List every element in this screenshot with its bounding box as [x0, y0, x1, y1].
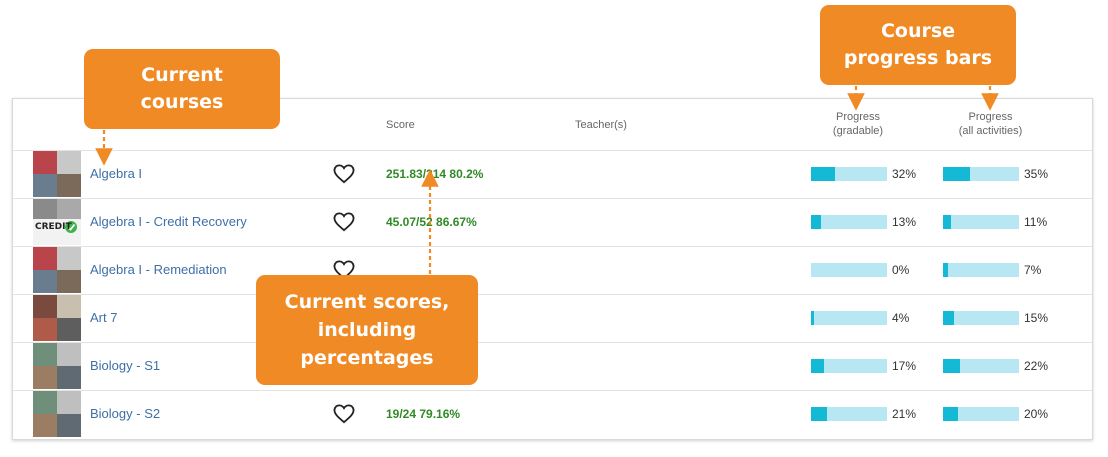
course-score: 45.07/52 86.67% — [386, 215, 477, 229]
header-progress-all-line1: Progress — [968, 111, 1013, 123]
table-row: Art 7 4% 15% — [13, 295, 1092, 343]
heart-outline-icon[interactable] — [333, 164, 355, 184]
callout-current-scores: Current scores, including percentages — [256, 275, 478, 385]
course-thumbnail[interactable] — [33, 151, 81, 197]
progress-gradable-bar — [811, 167, 887, 181]
progress-gradable-label: 0% — [892, 263, 910, 277]
callout-current-scores-line1: Current scores, — [284, 291, 450, 313]
progress-gradable-bar — [811, 359, 887, 373]
progress-gradable-label: 21% — [892, 407, 917, 421]
table-row: Biology - S2 19/24 79.16% 21% 20% — [13, 391, 1092, 439]
header-progress-gradable-line1: Progress — [835, 111, 881, 123]
callout-progress-bars: Course progress bars — [820, 5, 1016, 85]
progress-gradable-label: 13% — [892, 215, 917, 229]
progress-gradable-bar — [811, 311, 887, 325]
course-link[interactable]: Biology - S1 — [90, 358, 160, 373]
progress-all-label: 7% — [1024, 263, 1042, 277]
course-thumbnail[interactable] — [33, 391, 81, 437]
course-list-panel: Score Teacher(s) Progress (gradable) Pro… — [12, 98, 1093, 440]
course-thumbnail[interactable] — [33, 295, 81, 341]
progress-all-fill — [943, 359, 960, 373]
course-thumbnail[interactable] — [33, 247, 81, 293]
progress-all-bar — [943, 263, 1019, 277]
progress-all-fill — [943, 167, 970, 181]
table-row: CREDIT Algebra I - Credit Recovery 45.07… — [13, 199, 1092, 247]
callout-current-courses-line1: Current — [141, 64, 223, 86]
progress-gradable-bar — [811, 263, 887, 277]
progress-all-bar — [943, 215, 1019, 229]
header-progress-gradable[interactable]: Progress (gradable) — [813, 110, 903, 138]
progress-gradable-fill — [811, 359, 824, 373]
callout-current-scores-line2: including — [317, 319, 417, 341]
progress-gradable-fill — [811, 311, 815, 325]
course-link[interactable]: Algebra I — [90, 166, 142, 181]
progress-all-label: 15% — [1024, 311, 1049, 325]
progress-all-fill — [943, 407, 959, 421]
course-link[interactable]: Art 7 — [90, 310, 117, 325]
progress-gradable-fill — [811, 167, 836, 181]
table-row: Algebra I 251.83/314 80.2% 32% 35% — [13, 151, 1092, 199]
progress-gradable-fill — [811, 215, 821, 229]
callout-progress-bars-line1: Course — [880, 20, 956, 42]
header-teachers[interactable]: Teacher(s) — [575, 118, 627, 132]
heart-outline-icon[interactable] — [333, 404, 355, 424]
callout-progress-bars-line2: progress bars — [843, 47, 993, 69]
progress-all-bar — [943, 359, 1019, 373]
header-progress-all-line2: (all activities) — [958, 125, 1023, 137]
progress-all-fill — [943, 311, 955, 325]
progress-gradable-fill — [811, 407, 827, 421]
callout-current-scores-line3: percentages — [300, 347, 434, 369]
course-score: 251.83/314 80.2% — [386, 167, 484, 181]
progress-all-label: 20% — [1024, 407, 1049, 421]
progress-gradable-label: 4% — [892, 311, 910, 325]
callout-current-courses-line2: courses — [140, 91, 224, 113]
course-thumbnail[interactable]: CREDIT — [33, 199, 81, 245]
progress-all-bar — [943, 407, 1019, 421]
table-row: Algebra I - Remediation 0% 7% — [13, 247, 1092, 295]
course-score: 19/24 79.16% — [386, 407, 461, 421]
progress-all-fill — [943, 263, 949, 277]
progress-gradable-label: 32% — [892, 167, 917, 181]
course-link[interactable]: Algebra I - Credit Recovery — [90, 214, 247, 229]
header-progress-all[interactable]: Progress (all activities) — [943, 110, 1038, 138]
header-score[interactable]: Score — [386, 118, 415, 132]
progress-all-label: 22% — [1024, 359, 1049, 373]
progress-all-bar — [943, 311, 1019, 325]
header-progress-gradable-line2: (gradable) — [832, 125, 884, 137]
progress-gradable-bar — [811, 407, 887, 421]
progress-gradable-bar — [811, 215, 887, 229]
progress-gradable-label: 17% — [892, 359, 917, 373]
heart-outline-icon[interactable] — [333, 212, 355, 232]
callout-current-courses: Current courses — [84, 49, 280, 129]
table-row: Biology - S1 17% 22% — [13, 343, 1092, 391]
course-link[interactable]: Biology - S2 — [90, 406, 160, 421]
progress-all-fill — [943, 215, 952, 229]
credit-badge-text: CREDIT — [35, 222, 72, 232]
course-link[interactable]: Algebra I - Remediation — [90, 262, 227, 277]
course-thumbnail[interactable] — [33, 343, 81, 389]
progress-all-label: 11% — [1024, 215, 1048, 229]
progress-all-label: 35% — [1024, 167, 1049, 181]
progress-all-bar — [943, 167, 1019, 181]
